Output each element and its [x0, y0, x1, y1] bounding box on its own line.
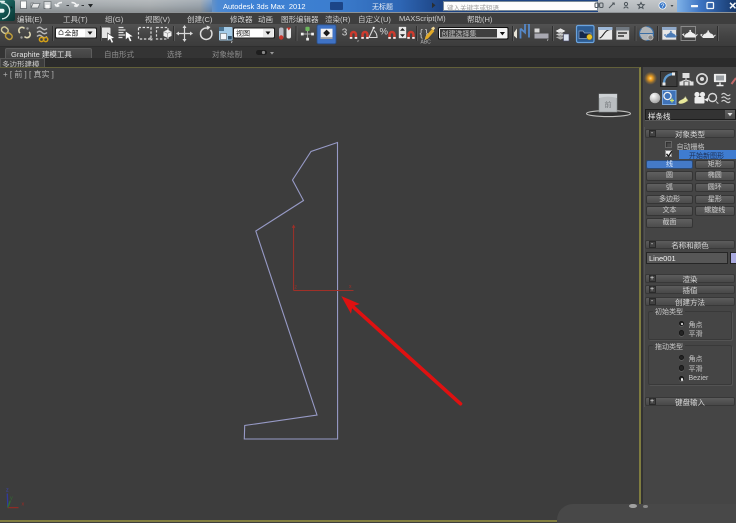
- svg-text:ABC: ABC: [421, 39, 432, 45]
- svg-text:?: ?: [661, 3, 665, 10]
- svg-text:z: z: [295, 285, 298, 291]
- svg-text:视图: 视图: [236, 28, 250, 37]
- svg-text:z: z: [6, 488, 9, 494]
- svg-text:创建选择集: 创建选择集: [442, 28, 477, 37]
- svg-text:x: x: [349, 284, 352, 290]
- svg-text:全部: 全部: [65, 28, 79, 37]
- svg-text:%: %: [380, 26, 389, 37]
- svg-text:y: y: [10, 496, 13, 502]
- svg-text:x: x: [22, 502, 25, 508]
- svg-text:3: 3: [342, 27, 348, 38]
- svg-text:前: 前: [605, 100, 612, 109]
